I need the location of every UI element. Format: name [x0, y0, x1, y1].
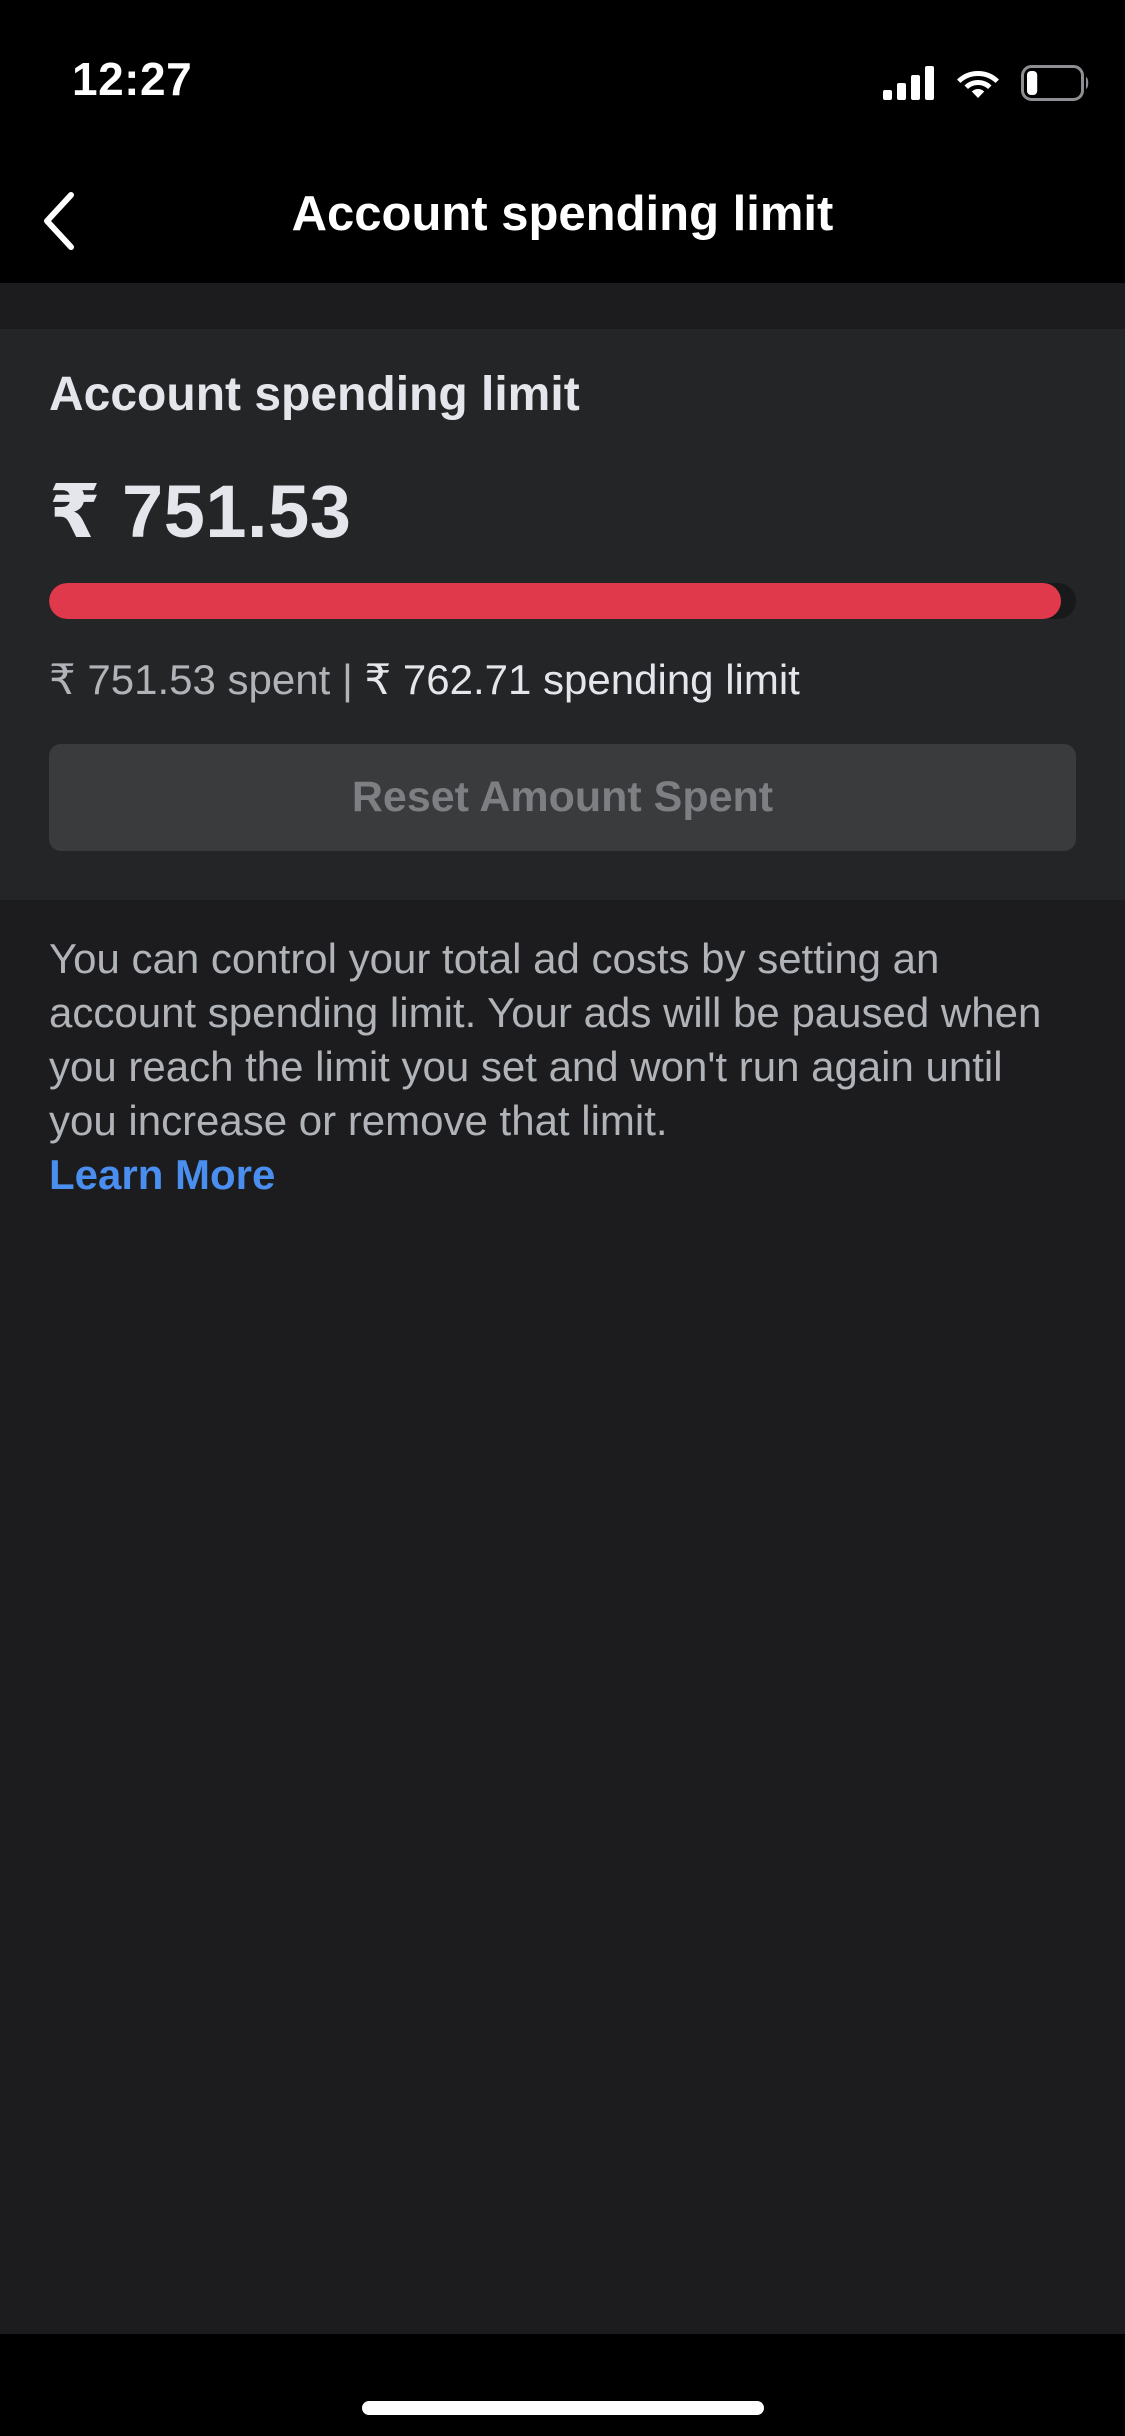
card-heading: Account spending limit [49, 368, 580, 421]
spend-progress-bar [49, 583, 1076, 619]
wifi-icon [957, 71, 999, 98]
home-indicator[interactable] [362, 2401, 764, 2415]
status-bar: 12:27 [0, 0, 1125, 160]
spend-summary: ₹ 751.53 spent | ₹ 762.71 spending limit [49, 655, 800, 704]
learn-more-link[interactable]: Learn More [49, 1148, 1079, 1202]
bottom-bar [0, 2334, 1125, 2436]
battery-icon [1021, 65, 1089, 101]
description: You can control your total ad costs by s… [49, 932, 1079, 1202]
page-title: Account spending limit [291, 187, 834, 241]
summary-separator: | [341, 656, 353, 703]
spending-limit-text: ₹ 762.71 spending limit [364, 656, 800, 703]
amount-spent-text: ₹ 751.53 spent [49, 656, 331, 703]
spend-progress-fill [49, 583, 1061, 619]
navigation-bar: Account spending limit [0, 160, 1125, 283]
status-icons [883, 58, 1091, 108]
spending-limit-card: Account spending limit ₹ 751.53 ₹ 751.53… [0, 329, 1125, 900]
description-text: You can control your total ad costs by s… [49, 935, 1042, 1144]
amount-spent-display: ₹ 751.53 [49, 470, 352, 553]
section-divider [0, 283, 1125, 329]
status-time: 12:27 [72, 53, 193, 105]
cellular-signal-icon [883, 66, 934, 100]
reset-amount-spent-button[interactable]: Reset Amount Spent [49, 744, 1076, 851]
